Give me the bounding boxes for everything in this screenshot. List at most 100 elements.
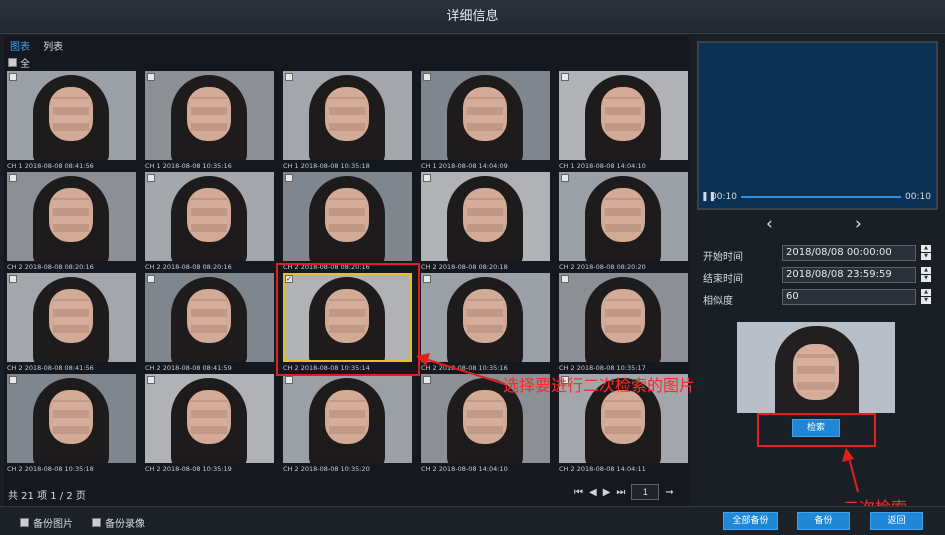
progress-track[interactable] [741,196,901,198]
face-thumbnail[interactable] [7,374,136,463]
thumbnail-caption: CH 1 2018-08-08 14:04:09 [421,162,508,170]
start-time-label: 开始时间 [703,252,743,263]
face-thumbnail[interactable] [145,172,274,261]
thumbnail-caption: CH 2 2018-08-08 08:20:16 [7,263,94,271]
backup-video-option[interactable]: 备份录像 [92,515,145,530]
pagination-info: 共 21 项 1 / 2 页 [8,491,86,502]
prev-arrow-icon[interactable]: ‹ [766,214,773,234]
thumbnail-checkbox[interactable] [147,174,155,182]
face-thumbnail[interactable] [7,273,136,362]
thumbnail-checkbox[interactable] [561,174,569,182]
thumbnail-item[interactable]: CH 2 2018-08-08 08:20:20 [559,172,688,272]
face-thumbnail[interactable] [559,273,688,362]
page-input[interactable] [631,484,660,500]
annotation-box-search [757,413,876,447]
select-all-checkbox[interactable] [8,58,17,67]
next-page-icon[interactable]: ▶ [603,487,611,498]
face-thumbnail[interactable] [559,71,688,160]
thumbnail-checkbox[interactable] [9,174,17,182]
face-thumbnail[interactable] [283,172,412,261]
start-time-spinner[interactable]: ▲ ▼ [921,245,931,261]
face-thumbnail[interactable] [283,374,412,463]
thumbnail-checkbox[interactable] [423,275,431,283]
thumbnail-checkbox[interactable] [9,73,17,81]
face-thumbnail[interactable] [145,374,274,463]
thumbnail-item[interactable]: CH 2 2018-08-08 10:35:19 [145,374,274,474]
backup-images-label: 备份图片 [33,519,73,530]
thumbnail-checkbox[interactable] [285,174,293,182]
end-time-spinner[interactable]: ▲ ▼ [921,267,931,283]
similarity-field[interactable]: 60 [782,289,916,305]
face-thumbnail[interactable] [421,71,550,160]
face-thumbnail[interactable] [559,172,688,261]
select-all-label: 全 [20,59,30,70]
view-tabs: 图表 列表 [10,38,73,53]
face-thumbnail[interactable] [283,71,412,160]
thumbnail-item[interactable]: CH 2 2018-08-08 08:20:16 [283,172,412,272]
thumbnail-item[interactable]: CH 1 2018-08-08 08:41:56 [7,71,136,171]
thumbnail-checkbox[interactable] [561,73,569,81]
thumbnail-item[interactable]: CH 1 2018-08-08 14:04:10 [559,71,688,171]
backup-all-button[interactable]: 全部备份 [723,512,778,530]
thumbnail-checkbox[interactable] [147,376,155,384]
thumbnail-item[interactable]: CH 2 2018-08-08 10:35:20 [283,374,412,474]
annotation-box-selected [276,263,420,376]
thumbnail-checkbox[interactable] [147,275,155,283]
thumbnail-checkbox[interactable] [423,174,431,182]
first-page-icon[interactable]: ⏮ [574,487,583,498]
thumbnail-item[interactable]: CH 2 2018-08-08 10:35:18 [7,374,136,474]
last-page-icon[interactable]: ⏭ [616,487,625,498]
thumbnail-checkbox[interactable] [423,73,431,81]
face-thumbnail[interactable] [7,172,136,261]
thumbnail-item[interactable]: CH 1 2018-08-08 14:04:09 [421,71,550,171]
backup-images-option[interactable]: 备份图片 [20,515,73,530]
thumbnail-caption: CH 2 2018-08-08 10:35:19 [145,465,232,473]
thumbnail-caption: CH 2 2018-08-08 14:04:11 [559,465,646,473]
similarity-spinner[interactable]: ▲ ▼ [921,289,931,305]
tab-list[interactable]: 列表 [43,42,63,53]
prev-page-icon[interactable]: ◀ [589,487,597,498]
next-arrow-icon[interactable]: › [855,214,862,234]
video-player[interactable] [697,41,938,210]
thumbnail-item[interactable]: CH 1 2018-08-08 10:35:16 [145,71,274,171]
playback-bar: ❚❚ 00:10 00:10 [697,190,937,204]
backup-video-checkbox[interactable] [92,518,101,527]
face-thumbnail[interactable] [421,172,550,261]
annotation-select-text: 选择要进行二次检索的图片 [503,376,696,395]
annotation-arrow-search [842,448,859,493]
thumbnail-checkbox[interactable] [147,73,155,81]
thumbnail-caption: CH 2 2018-08-08 08:20:16 [145,263,232,271]
face-thumbnail[interactable] [145,273,274,362]
thumbnail-caption: CH 2 2018-08-08 10:35:17 [559,364,646,372]
time-total: 00:10 [905,192,931,202]
thumbnail-item[interactable]: CH 2 2018-08-08 08:41:59 [145,273,274,373]
go-arrow-icon[interactable]: ➞ [665,487,673,498]
tab-chart[interactable]: 图表 [10,42,30,53]
thumbnail-item[interactable]: CH 2 2018-08-08 08:41:56 [7,273,136,373]
selected-face-preview [737,322,895,413]
thumbnail-item[interactable]: CH 2 2018-08-08 08:20:18 [421,172,550,272]
backup-button[interactable]: 备份 [797,512,850,530]
thumbnail-checkbox[interactable] [285,73,293,81]
thumbnail-caption: CH 2 2018-08-08 10:35:20 [283,465,370,473]
thumbnail-caption: CH 2 2018-08-08 08:41:59 [145,364,232,372]
thumbnail-item[interactable]: CH 2 2018-08-08 08:20:16 [145,172,274,272]
start-time-field[interactable]: 2018/08/08 00:00:00 [782,245,916,261]
thumbnail-item[interactable]: CH 2 2018-08-08 08:20:16 [7,172,136,272]
face-thumbnail[interactable] [145,71,274,160]
time-current: 00:10 [711,192,737,202]
thumbnail-checkbox[interactable] [561,275,569,283]
thumbnail-checkbox[interactable] [9,376,17,384]
end-time-field[interactable]: 2018/08/08 23:59:59 [782,267,916,283]
backup-images-checkbox[interactable] [20,518,29,527]
thumbnail-caption: CH 2 2018-08-08 08:20:20 [559,263,646,271]
back-button[interactable]: 返回 [870,512,923,530]
window-title: 详细信息 [0,0,945,34]
thumbnail-checkbox[interactable] [285,376,293,384]
thumbnail-checkbox[interactable] [9,275,17,283]
thumbnail-item[interactable]: CH 1 2018-08-08 10:35:18 [283,71,412,171]
face-thumbnail[interactable] [7,71,136,160]
select-all[interactable]: 全 [8,55,30,70]
thumbnail-item[interactable]: CH 2 2018-08-08 10:35:17 [559,273,688,373]
thumbnail-caption: CH 2 2018-08-08 10:35:18 [7,465,94,473]
